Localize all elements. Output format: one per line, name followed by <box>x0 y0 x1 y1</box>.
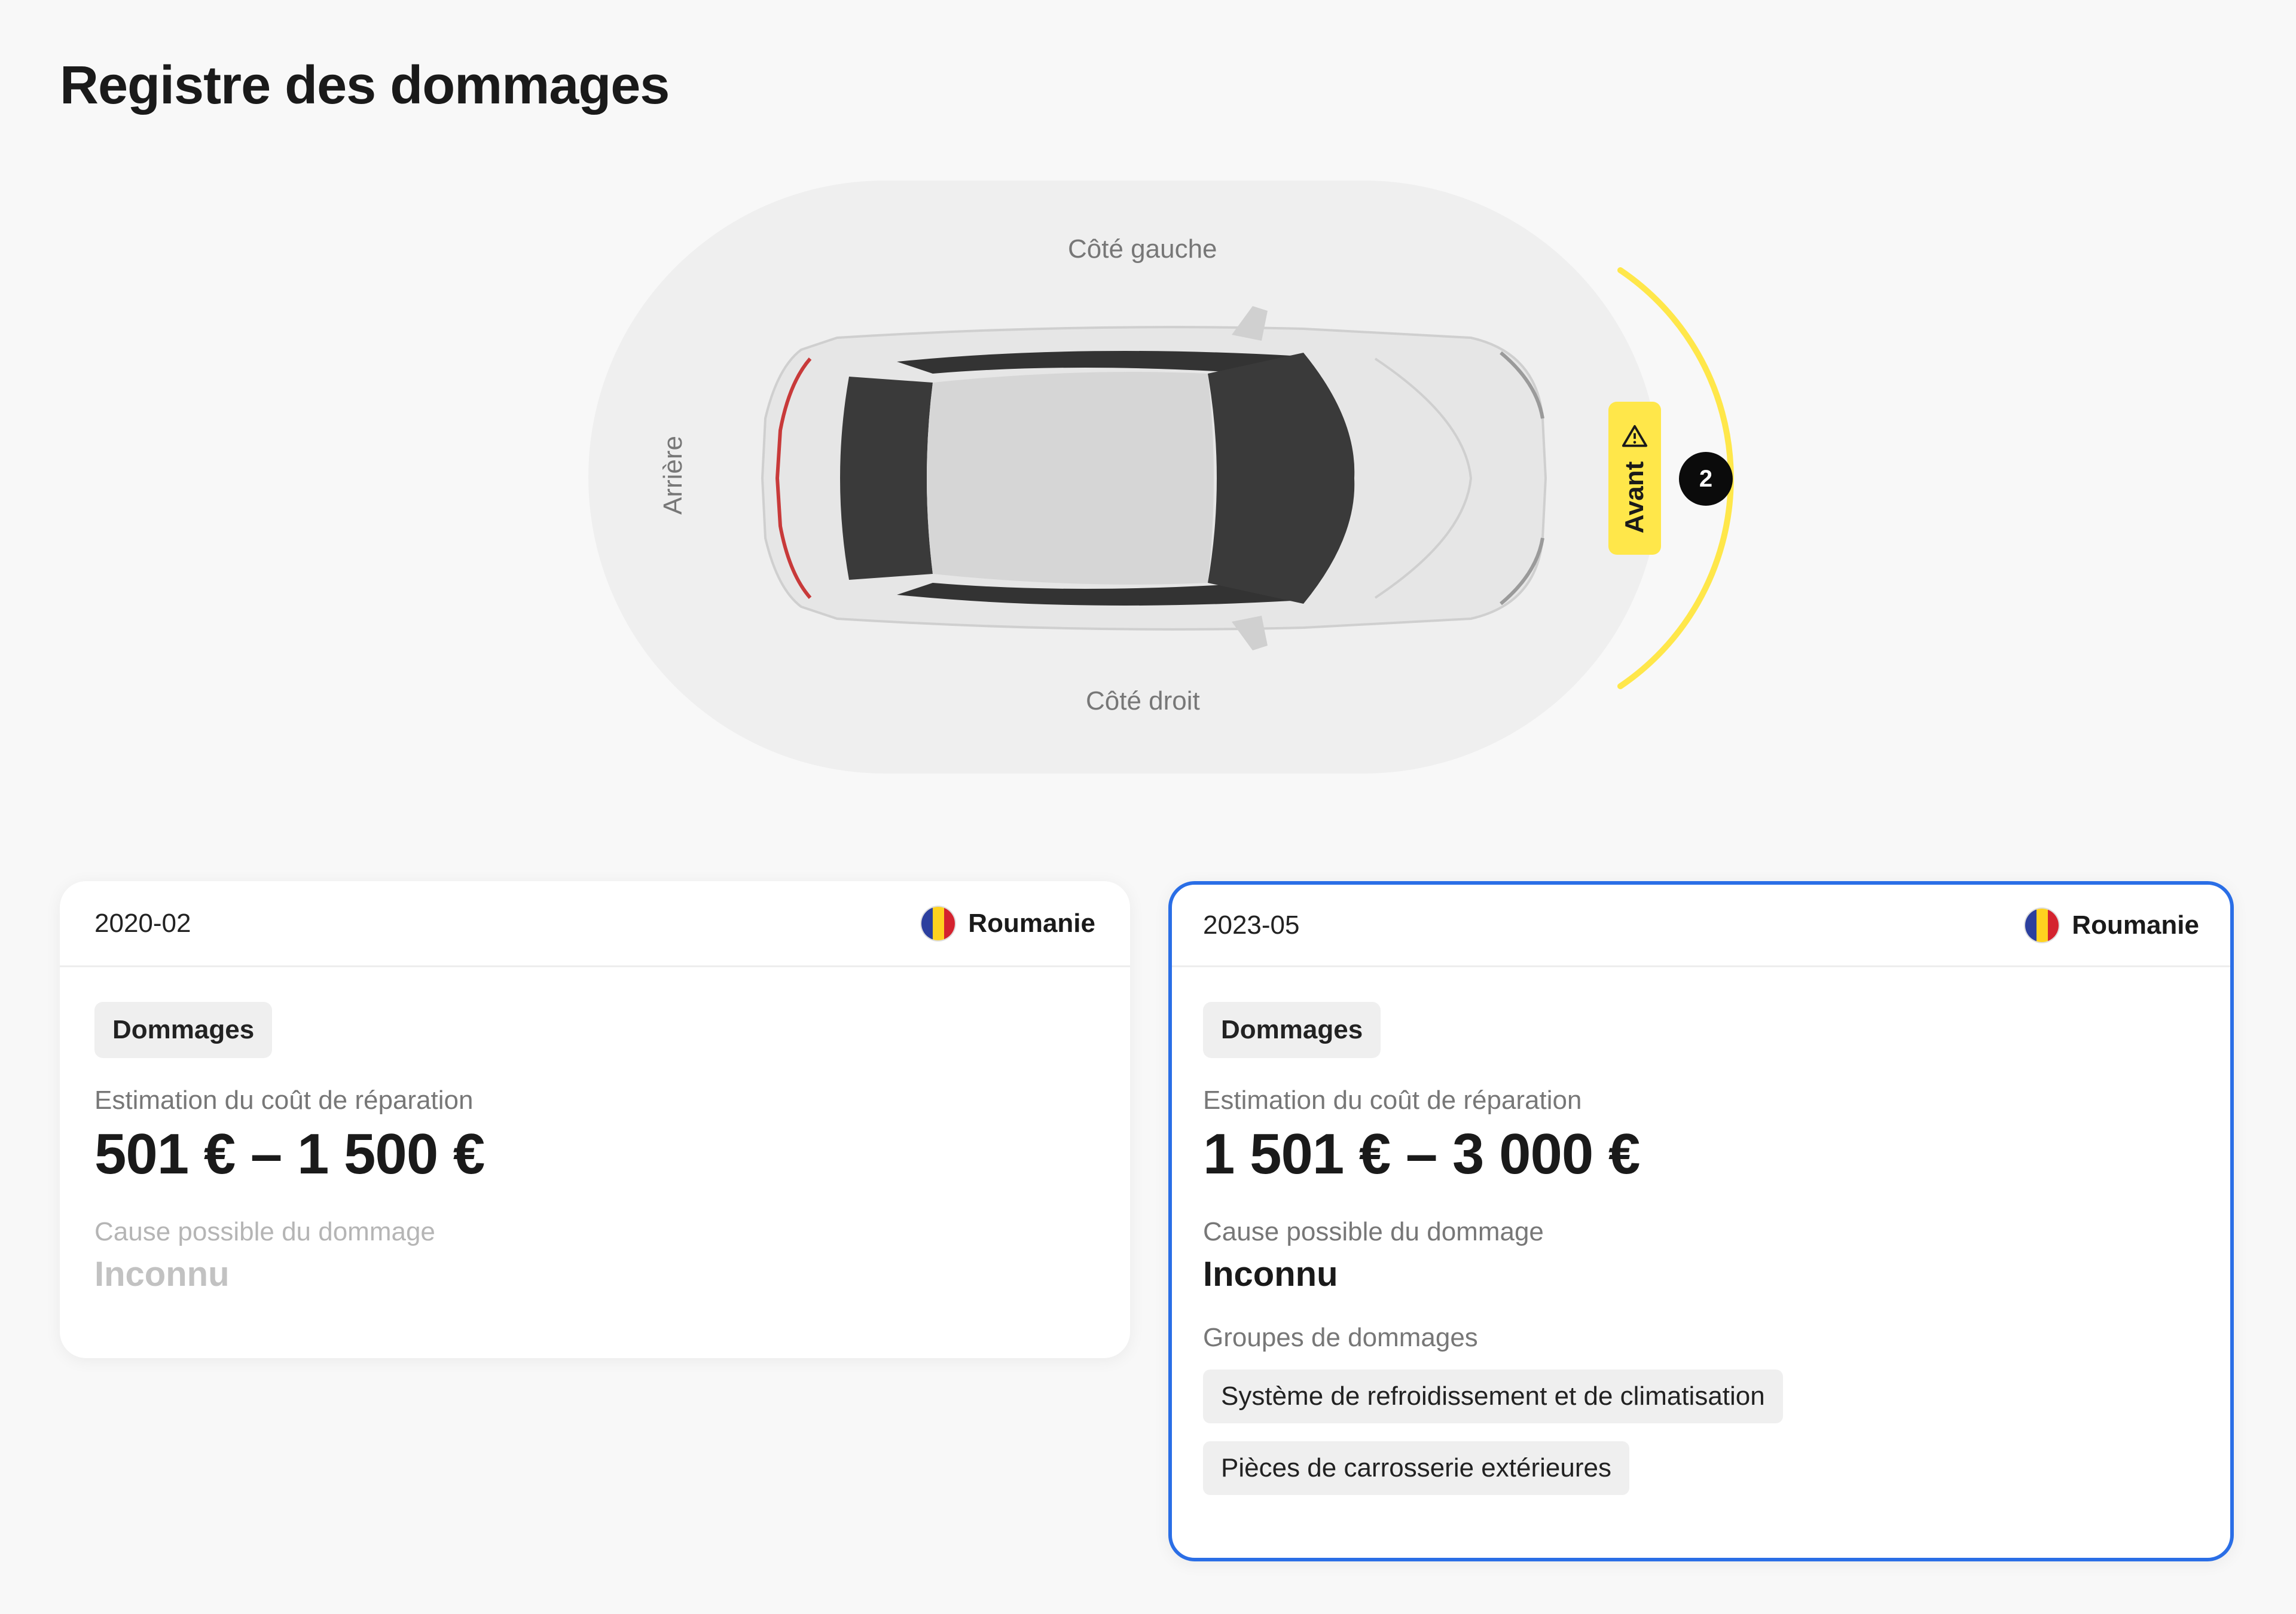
cause-value: Inconnu <box>1203 1255 1338 1294</box>
cause-label: Cause possible du dommage <box>1203 1217 1544 1246</box>
cost-label: Estimation du coût de réparation <box>94 1086 474 1115</box>
repair-cost-range: 501 € – 1 500 € <box>94 1122 485 1186</box>
warning-triangle-icon <box>1622 425 1648 447</box>
damage-record-card[interactable]: 2020-02 Roumanie Dommages Estimation du … <box>60 881 1130 1358</box>
romania-flag-icon <box>2025 908 2059 942</box>
label-rear: Arrière <box>658 435 688 515</box>
cause-label: Cause possible du dommage <box>94 1217 435 1246</box>
damage-groups-list: Système de refroidissement et de climati… <box>1203 1370 2199 1495</box>
record-country: Roumanie <box>921 906 1095 940</box>
record-date: 2020-02 <box>94 908 191 938</box>
romania-flag-icon <box>921 906 955 940</box>
label-left-side: Côté gauche <box>1068 234 1217 264</box>
record-date: 2023-05 <box>1203 910 1300 940</box>
damage-group-tag: Système de refroidissement et de climati… <box>1203 1370 1783 1423</box>
damage-type-badge: Dommages <box>1203 1002 1381 1058</box>
front-label: Avant <box>1620 461 1649 534</box>
front-damage-count-badge: 2 <box>1679 452 1733 506</box>
country-name: Roumanie <box>2072 910 2199 940</box>
cost-label: Estimation du coût de réparation <box>1203 1086 1582 1115</box>
card-header: 2020-02 Roumanie <box>60 881 1130 967</box>
card-header: 2023-05 Roumanie <box>1172 885 2230 967</box>
damage-group-tag: Pièces de carrosserie extérieures <box>1203 1441 1629 1495</box>
label-right-side: Côté droit <box>1086 686 1200 716</box>
front-damage-tag[interactable]: Avant <box>1608 402 1661 555</box>
car-illustration <box>761 306 1547 650</box>
record-country: Roumanie <box>2025 908 2199 942</box>
vehicle-damage-diagram: Côté gauche Côté droit Arrière Avant 2 <box>0 0 2296 807</box>
country-name: Roumanie <box>968 908 1095 938</box>
damage-record-card-selected[interactable]: 2023-05 Roumanie Dommages Estimation du … <box>1168 881 2234 1561</box>
cause-value: Inconnu <box>94 1255 230 1294</box>
damage-groups-label: Groupes de dommages <box>1203 1323 1478 1352</box>
repair-cost-range: 1 501 € – 3 000 € <box>1203 1122 1640 1186</box>
damage-type-badge: Dommages <box>94 1002 273 1058</box>
